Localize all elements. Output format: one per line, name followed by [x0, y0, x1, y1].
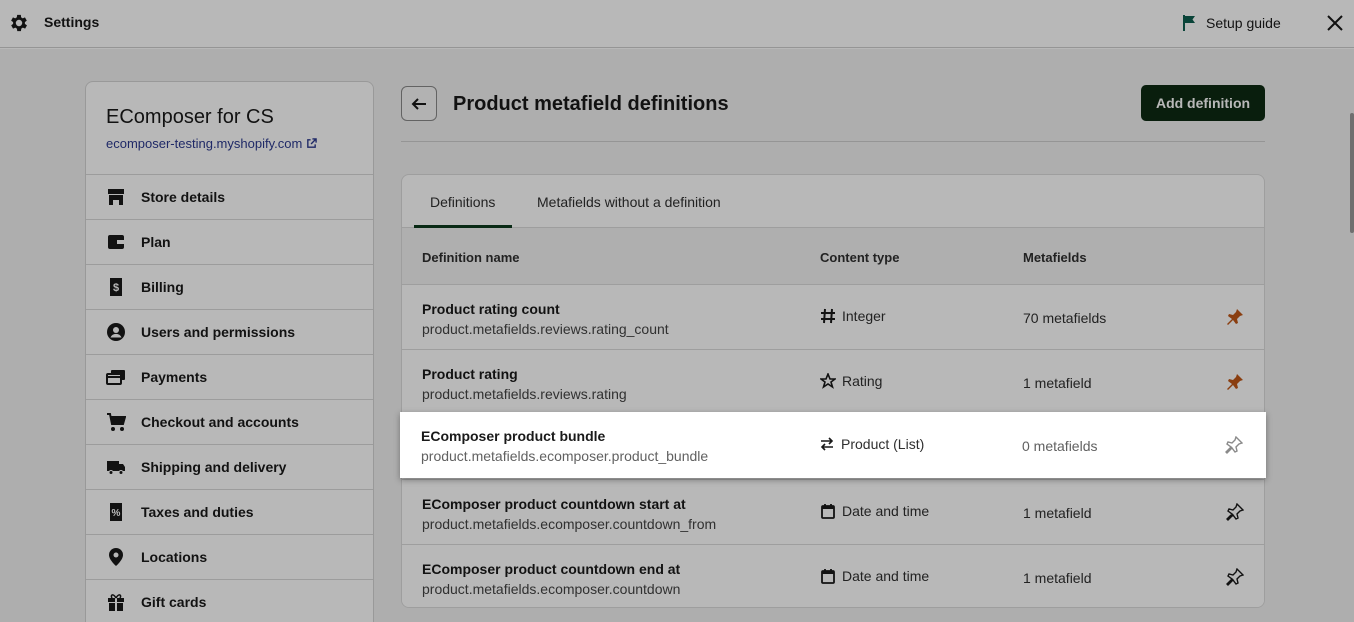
payments-icon — [105, 366, 127, 388]
sidebar-item-locations[interactable]: Locations — [86, 534, 373, 579]
sidebar-item-label: Payments — [141, 369, 208, 385]
sidebar-item-gift-cards[interactable]: Gift cards — [86, 579, 373, 622]
content-type: Rating — [820, 373, 882, 389]
sidebar-item-checkout[interactable]: Checkout and accounts — [86, 399, 373, 444]
add-definition-button[interactable]: Add definition — [1141, 85, 1265, 121]
wallet-icon — [105, 231, 127, 253]
sidebar-item-label: Users and permissions — [141, 324, 296, 340]
sidebar-item-label: Billing — [141, 279, 184, 295]
sidebar-item-label: Shipping and delivery — [141, 459, 287, 475]
metafield-count: 1 metafield — [1023, 570, 1092, 586]
tax-icon: % — [105, 501, 127, 523]
arrow-left-icon — [411, 97, 426, 110]
tab-definitions[interactable]: Definitions — [430, 194, 495, 210]
sidebar-item-label: Store details — [141, 189, 226, 205]
scrollbar[interactable] — [1350, 113, 1354, 233]
table-row[interactable]: EComposer product countdown start at pro… — [402, 479, 1264, 544]
page-title: Product metafield definitions — [453, 93, 729, 115]
definition-name: Product rating count — [422, 301, 560, 317]
content-type-label: Date and time — [842, 503, 930, 519]
definition-key: product.metafields.ecomposer.countdown — [422, 581, 681, 597]
metafield-count: 1 metafield — [1023, 375, 1092, 391]
sidebar-item-plan[interactable]: Plan — [86, 219, 373, 264]
table-row[interactable]: Product rating count product.metafields.… — [402, 284, 1264, 349]
pin-icon[interactable] — [1224, 371, 1246, 393]
top-bar: Settings Setup guide — [0, 0, 1354, 48]
metafield-count: 0 metafields — [1022, 438, 1098, 454]
definition-name: EComposer product countdown end at — [422, 561, 681, 577]
table-row[interactable]: Product rating product.metafields.review… — [402, 349, 1264, 414]
sidebar-item-shipping[interactable]: Shipping and delivery — [86, 444, 373, 489]
external-link-icon — [307, 138, 318, 148]
header-content-type: Content type — [820, 250, 900, 265]
gift-icon — [105, 591, 127, 613]
tab-metafields-without-definition[interactable]: Metafields without a definition — [537, 194, 721, 210]
definition-name: Product rating — [422, 366, 518, 382]
back-button[interactable] — [401, 86, 437, 121]
definition-name: EComposer product bundle — [421, 428, 606, 444]
definitions-card: Definitions Metafields without a definit… — [401, 174, 1265, 608]
content-type: Product (List) — [819, 436, 924, 452]
sidebar-item-users[interactable]: Users and permissions — [86, 309, 373, 354]
settings-sidebar: EComposer for CS ecomposer-testing.mysho… — [85, 81, 374, 622]
calendar-icon — [821, 504, 835, 519]
sidebar-item-store-details[interactable]: Store details — [86, 174, 373, 219]
main-area: EComposer for CS ecomposer-testing.mysho… — [0, 49, 1354, 622]
sidebar-item-label: Gift cards — [141, 594, 207, 610]
flag-icon — [1183, 15, 1195, 31]
content-type-label: Integer — [842, 308, 886, 324]
gear-icon — [11, 14, 27, 32]
metafield-count: 1 metafield — [1023, 505, 1092, 521]
definition-key: product.metafields.reviews.rating — [422, 386, 627, 402]
hash-icon — [821, 308, 835, 324]
content-type: Date and time — [820, 568, 929, 584]
arrows-icon — [820, 437, 834, 451]
table-row[interactable]: EComposer product countdown end at produ… — [402, 544, 1264, 607]
tab-bar: Definitions Metafields without a definit… — [402, 175, 1264, 228]
highlighted-table-row[interactable]: EComposer product bundle product.metafie… — [400, 412, 1266, 478]
star-icon — [820, 373, 836, 389]
pin-icon[interactable] — [1224, 501, 1246, 523]
content-type-label: Product (List) — [841, 436, 925, 452]
table-header: Definition name Content type Metafields — [402, 228, 1264, 284]
billing-icon: $ — [105, 276, 127, 298]
store-icon — [105, 186, 127, 208]
content-type: Date and time — [820, 503, 929, 519]
definition-name: EComposer product countdown start at — [422, 496, 686, 512]
setup-guide-button[interactable]: Setup guide — [1182, 13, 1281, 33]
sidebar-item-label: Locations — [141, 549, 208, 565]
svg-text:%: % — [112, 508, 121, 519]
header-divider — [401, 141, 1265, 142]
sidebar-item-label: Checkout and accounts — [141, 414, 299, 430]
sidebar-item-label: Taxes and duties — [141, 504, 254, 520]
user-icon — [105, 321, 127, 343]
store-url-text: ecomposer-testing.myshopify.com — [106, 136, 303, 151]
definition-key: product.metafields.reviews.rating_count — [422, 321, 669, 337]
truck-icon — [105, 456, 127, 478]
setup-guide-label: Setup guide — [1206, 15, 1281, 31]
pin-icon[interactable] — [1223, 434, 1245, 456]
sidebar-item-label: Plan — [141, 234, 171, 250]
metafield-count: 70 metafields — [1023, 310, 1107, 326]
sidebar-item-taxes[interactable]: % Taxes and duties — [86, 489, 373, 534]
header-metafields: Metafields — [1023, 250, 1087, 265]
sidebar-item-billing[interactable]: $ Billing — [86, 264, 373, 309]
header-definition-name: Definition name — [422, 250, 520, 265]
pin-icon[interactable] — [1224, 306, 1246, 328]
close-icon[interactable] — [1324, 12, 1346, 34]
definition-key: product.metafields.ecomposer.countdown_f… — [422, 516, 717, 532]
calendar-icon — [821, 569, 835, 584]
content-type-label: Date and time — [842, 568, 930, 584]
pin-icon[interactable] — [1224, 566, 1246, 588]
store-url-link[interactable]: ecomposer-testing.myshopify.com — [106, 136, 318, 151]
definition-key: product.metafields.ecomposer.product_bun… — [421, 448, 709, 464]
cart-icon — [105, 411, 127, 433]
content-type: Integer — [820, 308, 886, 324]
location-icon — [105, 546, 127, 568]
sidebar-item-payments[interactable]: Payments — [86, 354, 373, 399]
store-name: EComposer for CS — [106, 106, 274, 128]
content-type-label: Rating — [842, 373, 883, 389]
settings-title: Settings — [44, 14, 100, 30]
svg-text:$: $ — [113, 282, 119, 294]
